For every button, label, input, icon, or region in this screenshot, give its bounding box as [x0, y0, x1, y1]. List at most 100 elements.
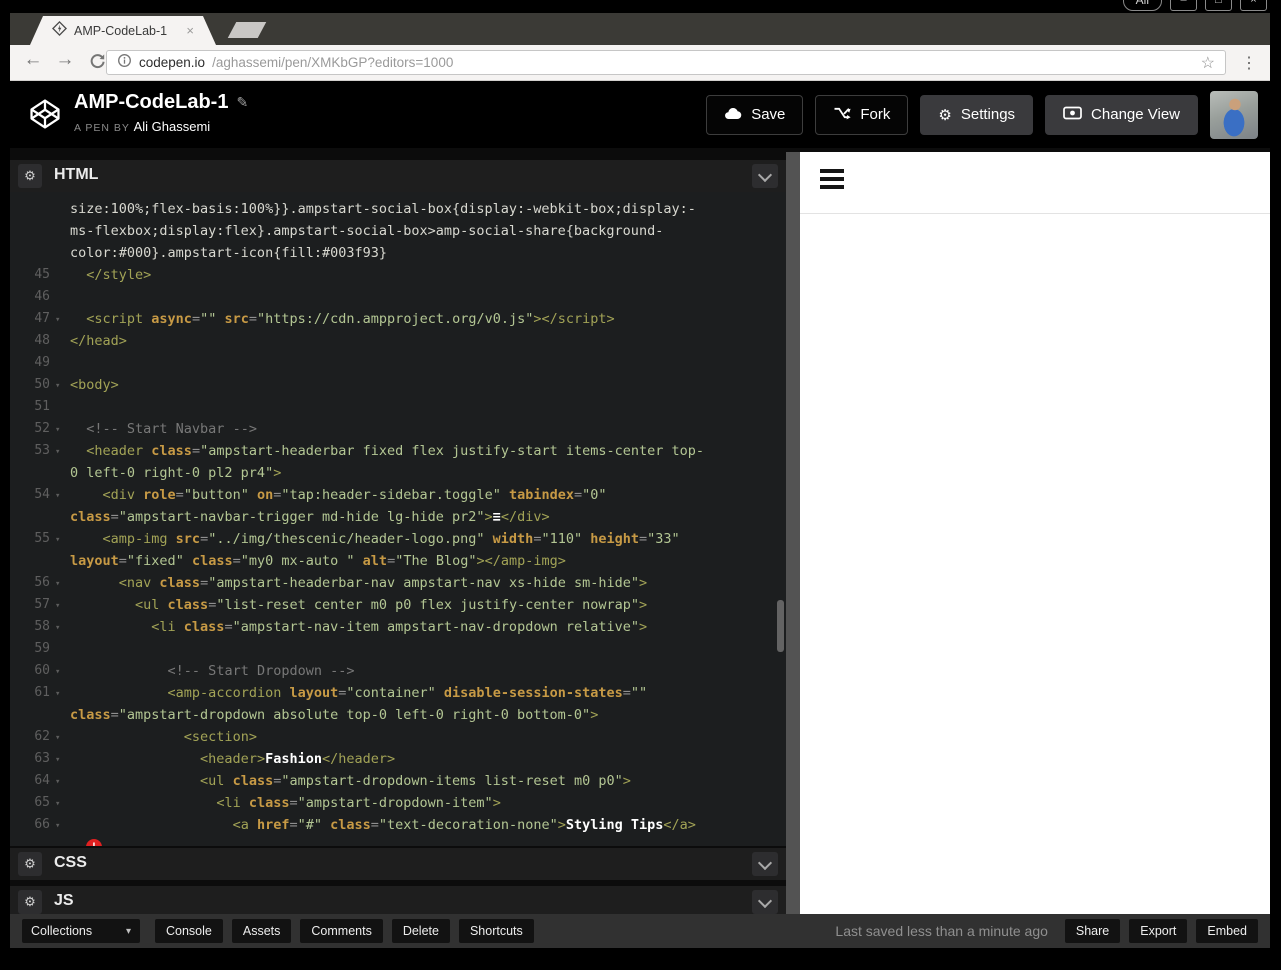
- line-number: 46: [34, 289, 50, 304]
- html-code-editor[interactable]: size:100%;flex-basis:100%}}.ampstart-soc…: [10, 192, 786, 846]
- settings-button[interactable]: ⚙ Settings: [920, 94, 1034, 135]
- fork-button[interactable]: Fork: [815, 94, 909, 135]
- system-controls: Ali – □ ×: [1122, 0, 1267, 11]
- html-panel-header[interactable]: ⚙ HTML: [10, 160, 786, 192]
- fold-arrow-icon[interactable]: ▾: [55, 683, 60, 705]
- info-icon[interactable]: [117, 53, 132, 73]
- code-line[interactable]: 48 </head>: [10, 330, 786, 352]
- footer-left-buttons: Console Assets Comments Delete Shortcuts: [155, 919, 534, 943]
- pen-byline: A PEN BY Ali Ghassemi: [74, 119, 248, 134]
- code-line[interactable]: 57 ▾ <ul class="list-reset center m0 p0 f…: [10, 594, 786, 616]
- fold-arrow-icon[interactable]: ▾: [55, 661, 60, 683]
- code-line[interactable]: 61 ▾ <amp-accordion layout="container" di…: [10, 682, 786, 726]
- tab-close-icon[interactable]: ×: [186, 23, 194, 38]
- fold-arrow-icon[interactable]: ▾: [55, 485, 60, 507]
- footer-button-share[interactable]: Share: [1064, 919, 1121, 943]
- html-settings-gear-icon[interactable]: ⚙: [18, 164, 42, 188]
- hamburger-icon[interactable]: [820, 169, 844, 193]
- error-badge[interactable]: !: [86, 839, 102, 846]
- new-tab-button[interactable]: [227, 22, 267, 38]
- fold-arrow-icon[interactable]: ▾: [55, 727, 60, 749]
- css-panel-header[interactable]: ⚙ CSS: [10, 848, 786, 880]
- code-line[interactable]: 52 ▾ <!-- Start Navbar -->: [10, 418, 786, 440]
- code-text: <nav class="ampstart-headerbar-nav ampst…: [70, 575, 648, 591]
- save-button[interactable]: Save: [706, 94, 804, 135]
- code-line[interactable]: 58 ▾ <li class="ampstart-nav-item ampstar…: [10, 616, 786, 638]
- fold-arrow-icon[interactable]: ▾: [55, 309, 60, 331]
- back-icon[interactable]: ←: [20, 49, 46, 71]
- system-user-menu[interactable]: Ali: [1122, 0, 1162, 11]
- fold-arrow-icon[interactable]: ▾: [55, 617, 60, 639]
- fold-arrow-icon[interactable]: ▾: [55, 441, 60, 463]
- code-text: <div role="button" on="tap:header-sideba…: [70, 487, 615, 525]
- code-line[interactable]: 47 ▾ <script async="" src="https://cdn.am…: [10, 308, 786, 330]
- js-settings-gear-icon[interactable]: ⚙: [18, 890, 42, 914]
- code-text: <!-- Start Navbar -->: [70, 421, 257, 437]
- code-line[interactable]: 53 ▾ <header class="ampstart-headerbar fi…: [10, 440, 786, 484]
- forward-icon[interactable]: →: [52, 49, 78, 71]
- fold-arrow-icon[interactable]: ▾: [55, 573, 60, 595]
- save-status-text: Last saved less than a minute ago: [835, 923, 1048, 939]
- fold-arrow-icon[interactable]: ▾: [55, 749, 60, 771]
- edit-pencil-icon[interactable]: ✎: [236, 94, 248, 111]
- code-line[interactable]: 46: [10, 286, 786, 308]
- footer-button-assets[interactable]: Assets: [231, 919, 292, 943]
- code-line[interactable]: 60 ▾ <!-- Start Dropdown -->: [10, 660, 786, 682]
- html-collapse-button[interactable]: [752, 164, 778, 188]
- fold-arrow-icon[interactable]: ▾: [55, 595, 60, 617]
- code-line[interactable]: 50 ▾ <body>: [10, 374, 786, 396]
- code-line[interactable]: size:100%;flex-basis:100%}}.ampstart-soc…: [10, 198, 786, 264]
- browser-menu-icon[interactable]: ⋮: [1241, 53, 1257, 73]
- preview-page-header: [800, 152, 1270, 214]
- footer-button-export[interactable]: Export: [1129, 919, 1188, 943]
- fold-arrow-icon[interactable]: ▾: [55, 529, 60, 551]
- css-collapse-button[interactable]: [752, 852, 778, 876]
- code-line[interactable]: 63 ▾ <header>Fashion</header>: [10, 748, 786, 770]
- footer-button-console[interactable]: Console: [155, 919, 223, 943]
- code-line[interactable]: 66 ▾ <a href="#" class="text-decoration-n…: [10, 814, 786, 846]
- code-line[interactable]: 65 ▾ <li class="ampstart-dropdown-item">: [10, 792, 786, 814]
- footer-button-embed[interactable]: Embed: [1196, 919, 1258, 943]
- fold-arrow-icon[interactable]: ▾: [55, 771, 60, 793]
- code-line[interactable]: 59: [10, 638, 786, 660]
- footer-button-delete[interactable]: Delete: [391, 919, 450, 943]
- fold-arrow-icon[interactable]: ▾: [55, 793, 60, 815]
- url-bar[interactable]: codepen.io /aghassemi/pen/XMKbGP?editors…: [106, 50, 1226, 75]
- css-settings-gear-icon[interactable]: ⚙: [18, 852, 42, 876]
- code-line[interactable]: 54 ▾ <div role="button" on="tap:header-si…: [10, 484, 786, 528]
- user-avatar[interactable]: [1210, 90, 1258, 139]
- code-text: <amp-accordion layout="container" disabl…: [70, 685, 656, 723]
- code-text: <section>: [70, 729, 257, 745]
- code-line[interactable]: 55 ▾ <amp-img src="../img/thescenic/heade…: [10, 528, 786, 572]
- editor-preview-divider[interactable]: [786, 152, 800, 914]
- line-number: 63: [34, 751, 50, 766]
- code-line[interactable]: 51: [10, 396, 786, 418]
- change-view-button[interactable]: Change View: [1045, 94, 1198, 135]
- fold-arrow-icon[interactable]: ▾: [55, 419, 60, 441]
- pen-author-link[interactable]: Ali Ghassemi: [134, 119, 211, 134]
- window-close-button[interactable]: ×: [1240, 0, 1267, 11]
- window-minimize-button[interactable]: –: [1170, 0, 1197, 11]
- code-line[interactable]: 49: [10, 352, 786, 374]
- editor-scrollbar[interactable]: [777, 600, 784, 652]
- collections-dropdown[interactable]: Collections ▾: [22, 919, 140, 943]
- change-view-icon: [1063, 106, 1082, 124]
- js-collapse-button[interactable]: [752, 890, 778, 914]
- pen-title: AMP-CodeLab-1: [74, 91, 229, 113]
- code-line[interactable]: 64 ▾ <ul class="ampstart-dropdown-items l…: [10, 770, 786, 792]
- browser-tab[interactable]: AMP-CodeLab-1 ×: [30, 16, 216, 45]
- line-number: 52: [34, 421, 50, 436]
- code-line[interactable]: 62 ▾ <section>: [10, 726, 786, 748]
- codepen-logo-icon[interactable]: [28, 96, 62, 137]
- code-line[interactable]: 45 </style>: [10, 264, 786, 286]
- footer-button-comments[interactable]: Comments: [300, 919, 383, 943]
- fold-arrow-icon[interactable]: ▾: [55, 375, 60, 397]
- code-text: <script async="" src="https://cdn.amppro…: [70, 311, 615, 327]
- footer-button-shortcuts[interactable]: Shortcuts: [458, 919, 534, 943]
- js-panel-header[interactable]: ⚙ JS: [10, 886, 786, 914]
- bookmark-star-icon[interactable]: ☆: [1201, 53, 1215, 73]
- window-maximize-button[interactable]: □: [1205, 0, 1232, 11]
- line-number: 61: [34, 685, 50, 700]
- fold-arrow-icon[interactable]: ▾: [55, 815, 60, 837]
- code-line[interactable]: 56 ▾ <nav class="ampstart-headerbar-nav a…: [10, 572, 786, 594]
